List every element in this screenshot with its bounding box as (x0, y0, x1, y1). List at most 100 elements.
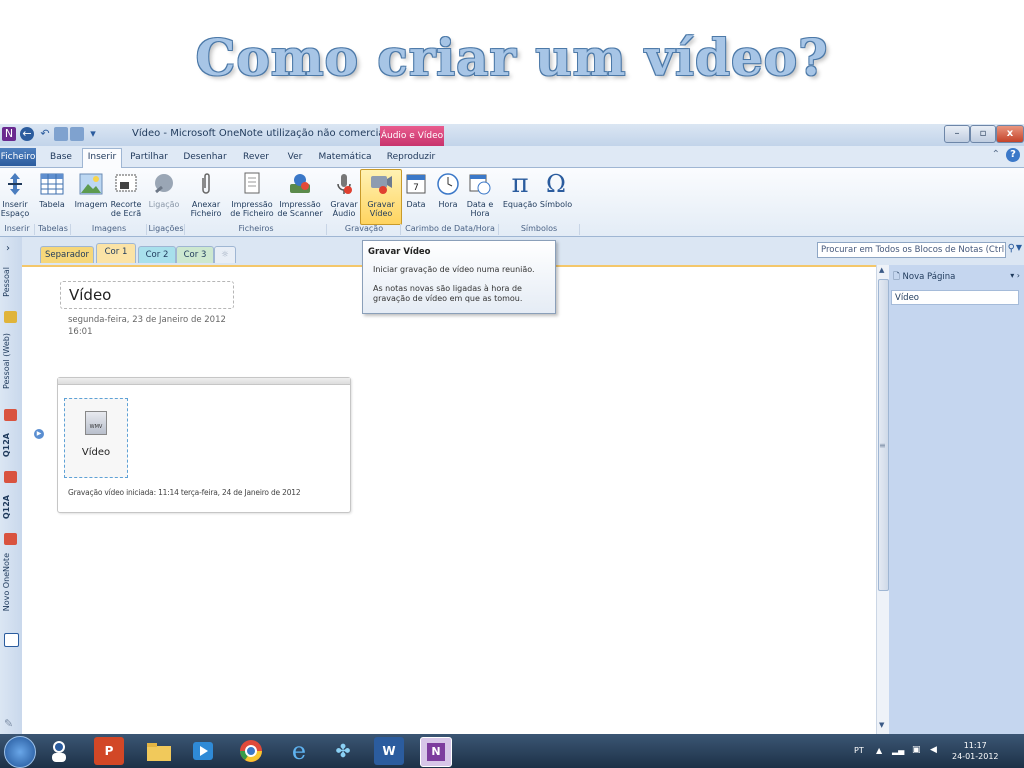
group-ligacoes: Ligações (146, 224, 185, 235)
full-page-icon[interactable] (70, 127, 84, 141)
clock-icon (434, 170, 462, 198)
chevron-down-icon[interactable]: ▼ (1016, 243, 1022, 252)
gravar-video-button[interactable]: Gravar Vídeo (360, 169, 402, 225)
scrollbar-thumb[interactable] (878, 279, 889, 591)
maximize-button[interactable]: ▫ (970, 125, 996, 143)
expand-navigation-icon[interactable]: › (6, 243, 10, 254)
ribbon-tabs: Ficheiro Base Inserir Partilhar Desenhar… (0, 146, 1024, 168)
show-hidden-icons[interactable]: ▲ (876, 746, 882, 755)
page-date: segunda-feira, 23 de Janeiro de 2012 (68, 315, 226, 325)
data-hora-button[interactable]: Data e Hora (464, 170, 496, 222)
new-page-button[interactable]: 🗋 Nova Página (893, 271, 955, 285)
notebook-web-icon (4, 409, 17, 421)
system-clock[interactable]: 11:17 24-01-2012 (952, 740, 999, 762)
svg-text:7: 7 (413, 183, 419, 193)
gravar-audio-button[interactable]: Gravar Áudio (330, 170, 358, 222)
messenger-icon[interactable]: ✤ (328, 737, 358, 765)
page-canvas[interactable]: Vídeo segunda-feira, 23 de Janeiro de 20… (22, 265, 876, 734)
tab-ficheiro[interactable]: Ficheiro (0, 148, 36, 166)
volume-icon[interactable]: ◀ (930, 745, 937, 755)
section-tab-cor1[interactable]: Cor 1 (96, 243, 136, 263)
new-section-icon[interactable]: ☼ (214, 246, 236, 263)
ligacao-button[interactable]: Ligação (148, 170, 180, 222)
scanner-icon (276, 170, 324, 198)
simbolo-button[interactable]: Ω Símbolo (538, 170, 574, 222)
inserir-espaco-button[interactable]: Inserir Espaço (0, 170, 30, 222)
tab-desenhar[interactable]: Desenhar (180, 149, 230, 165)
notebook-open-icon (4, 633, 19, 647)
pages-pane: 🗋 Nova Página ▾ › Vídeo (889, 265, 1024, 734)
tab-matematica[interactable]: Matemática (316, 149, 374, 165)
hora-button[interactable]: Hora (434, 170, 462, 222)
tab-base[interactable]: Base (46, 149, 76, 165)
paperclip-icon (188, 170, 224, 198)
undo-icon[interactable]: ↶ (38, 127, 52, 141)
pi-icon: π (511, 168, 529, 199)
minimize-button[interactable]: – (944, 125, 970, 143)
internet-explorer-icon[interactable]: e (284, 737, 314, 765)
screen-clipping-icon (108, 170, 144, 198)
data-button[interactable]: 7 Data (402, 170, 430, 222)
explorer-folder-icon[interactable] (144, 737, 174, 765)
impressao-scanner-button[interactable]: Impressão de Scanner (276, 170, 324, 222)
notebooks-pane: › Pessoal Pessoal (Web) Q12A Q12A Novo O… (0, 237, 23, 734)
section-tab-cor3[interactable]: Cor 3 (176, 246, 214, 263)
calendar-icon: 7 (402, 170, 430, 198)
user-icon[interactable] (44, 737, 74, 765)
tab-ver[interactable]: Ver (282, 149, 308, 165)
expand-icon[interactable]: ▶ (34, 429, 44, 439)
power-icon[interactable]: ▣ (912, 745, 921, 755)
page-title-box[interactable]: Vídeo (60, 281, 234, 309)
search-input[interactable]: Procurar em Todos os Blocos de Notas (Ct… (817, 242, 1006, 258)
powerpoint-icon[interactable]: P (94, 737, 124, 765)
close-button[interactable]: x (996, 125, 1024, 143)
scroll-down-icon[interactable]: ▼ (879, 721, 884, 729)
help-icon[interactable]: ? (1006, 148, 1020, 162)
word-icon[interactable]: W (374, 737, 404, 765)
page-list-item[interactable]: Vídeo (891, 290, 1019, 305)
notebook-pessoal-web[interactable]: Pessoal (Web) (0, 333, 22, 423)
title-bar: N ← ↶ ▾ Vídeo - Microsoft OneNote utiliz… (0, 124, 1024, 146)
tab-inserir[interactable]: Inserir (82, 148, 122, 168)
tabela-button[interactable]: Tabela (36, 170, 68, 222)
video-file-icon: WMV (85, 411, 107, 435)
note-container[interactable]: WMV Vídeo Gravação vídeo iniciada: 11:14… (57, 377, 351, 513)
scroll-up-icon[interactable]: ▲ (879, 266, 884, 274)
tab-partilhar[interactable]: Partilhar (128, 149, 170, 165)
video-attachment[interactable]: WMV Vídeo (64, 398, 128, 478)
start-button[interactable] (4, 736, 36, 768)
notebook-icon (4, 311, 17, 323)
imagem-button[interactable]: Imagem (74, 170, 108, 222)
customize-toolbar-icon[interactable]: ▾ (86, 127, 100, 141)
section-tab-cor2[interactable]: Cor 2 (138, 246, 176, 263)
unfiled-notes-icon[interactable]: ✎ (4, 717, 13, 730)
search-icon[interactable]: ⚲ (1008, 243, 1015, 254)
pages-menu-icon[interactable]: ▾ › (1010, 271, 1020, 280)
note-container-handle[interactable] (58, 378, 350, 385)
notebook-novo-onenote[interactable]: Novo OneNote (0, 553, 22, 649)
tab-reproduzir[interactable]: Reproduzir (382, 149, 440, 165)
equacao-button[interactable]: π Equação (502, 170, 538, 222)
back-icon[interactable]: ← (20, 127, 34, 141)
media-player-icon[interactable] (188, 737, 218, 765)
grip-icon: ≡ (879, 441, 886, 450)
onenote-taskbar-icon[interactable]: N (420, 737, 452, 767)
network-icon[interactable]: ▂▄ (892, 746, 904, 755)
impressao-ficheiro-button[interactable]: Impressão de Ficheiro (230, 170, 274, 222)
page-title: Vídeo (69, 286, 112, 304)
vertical-scrollbar[interactable]: ▲ ≡ ▼ (876, 265, 889, 734)
section-tab-separador[interactable]: Separador (40, 246, 94, 263)
notebook-q12a-1[interactable]: Q12A (0, 433, 22, 485)
dock-icon[interactable] (54, 127, 68, 141)
recorte-ecra-button[interactable]: Recorte de Ecrã (108, 170, 144, 222)
tooltip-text-2: As notas novas são ligadas à hora de gra… (373, 284, 523, 303)
group-imagens: Imagens (70, 224, 147, 235)
language-indicator[interactable]: PT (854, 746, 864, 755)
anexar-ficheiro-button[interactable]: Anexar Ficheiro (188, 170, 224, 222)
microphone-icon (330, 170, 358, 198)
notebook-pessoal[interactable]: Pessoal (0, 267, 22, 323)
notebook-q12a-2[interactable]: Q12A (0, 495, 22, 547)
tab-rever[interactable]: Rever (238, 149, 274, 165)
minimize-ribbon-icon[interactable]: ⌃ (992, 149, 1000, 160)
chrome-icon[interactable] (236, 737, 266, 765)
